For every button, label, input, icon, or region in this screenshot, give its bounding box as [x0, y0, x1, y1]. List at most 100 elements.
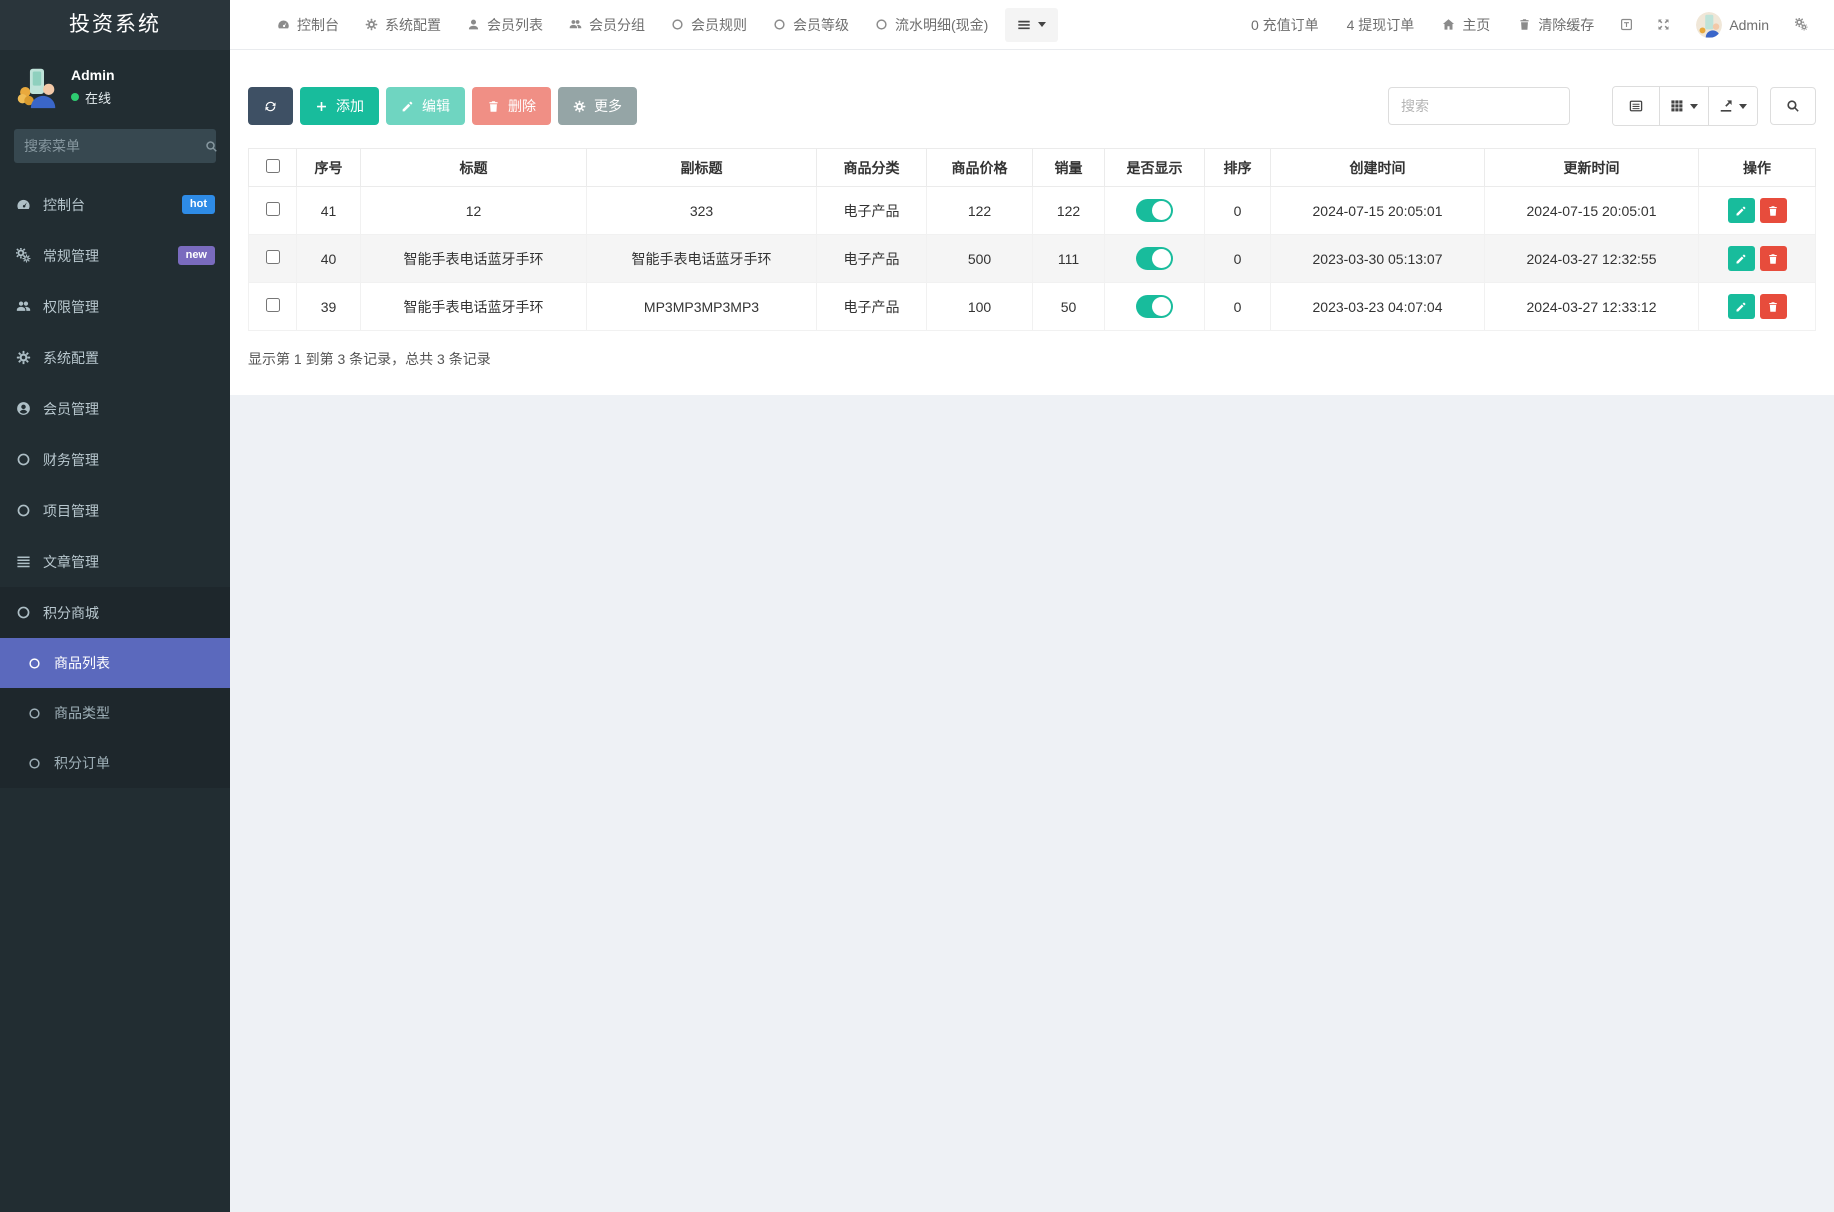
- more-button[interactable]: 更多: [558, 87, 637, 125]
- delete-button[interactable]: 删除: [472, 87, 551, 125]
- circle-icon: [15, 605, 32, 620]
- user-menu[interactable]: Admin: [1682, 0, 1783, 50]
- user-circle-icon: [15, 401, 32, 416]
- fullscreen-button[interactable]: [1645, 0, 1682, 50]
- user-name: Admin: [71, 66, 115, 83]
- column-header: 商品价格: [926, 148, 1033, 187]
- language-button[interactable]: [1608, 0, 1645, 50]
- caret-down-icon: [1690, 103, 1698, 109]
- row-checkbox[interactable]: [265, 250, 280, 264]
- table-panel: 添加 编辑 删除 更多 序号标题副标题商品分类商品价格销量是否显: [230, 50, 1834, 395]
- grid-icon: [1670, 99, 1684, 113]
- sidebar-subitem[interactable]: 商品列表: [0, 638, 230, 688]
- search-button[interactable]: [1770, 87, 1816, 125]
- column-header: 副标题: [586, 148, 817, 187]
- sidebar-subitem[interactable]: 商品类型: [0, 688, 230, 738]
- visibility-toggle[interactable]: [1136, 295, 1173, 318]
- topnav-item[interactable]: 会员列表: [454, 0, 556, 50]
- language-icon: [1620, 18, 1633, 31]
- select-all-checkbox[interactable]: [265, 159, 280, 173]
- gear-icon: [365, 18, 378, 31]
- visibility-toggle[interactable]: [1136, 247, 1173, 270]
- caret-down-icon: [1739, 103, 1747, 109]
- main-area: 控制台 系统配置 会员列表 会员分组 会员规则 会员等级 流水明细(现金) 0 充值订单 4…: [230, 0, 1834, 1212]
- delete-row-button[interactable]: [1759, 294, 1787, 319]
- withdraw-orders-link[interactable]: 4 提现订单: [1333, 0, 1429, 50]
- user-icon: [467, 18, 480, 31]
- gears-icon: [1795, 18, 1808, 31]
- home-icon: [1442, 18, 1455, 31]
- column-header: 标题: [360, 148, 587, 187]
- search-icon[interactable]: [205, 140, 218, 153]
- users-icon: [569, 18, 582, 31]
- gear-icon: [573, 100, 586, 113]
- table-search-input[interactable]: [1388, 87, 1570, 125]
- settings-button[interactable]: [1783, 0, 1820, 50]
- user-panel: Admin 在线: [0, 50, 230, 119]
- export-button[interactable]: [1708, 87, 1757, 125]
- sidebar-item[interactable]: 控制台 hot: [0, 179, 230, 230]
- hot-badge: hot: [181, 194, 215, 215]
- pencil-icon: [401, 100, 414, 113]
- sidebar-item[interactable]: 会员管理: [0, 383, 230, 434]
- topnav-item[interactable]: 系统配置: [352, 0, 454, 50]
- delete-row-button[interactable]: [1759, 246, 1787, 271]
- cogs-icon: [15, 248, 32, 263]
- list-alt-icon: [1629, 99, 1643, 113]
- sidebar: 投资系统 Admin 在线 搜索菜单 控制台 hot 常规管理 new 权限管理…: [0, 0, 230, 1212]
- recharge-orders-link[interactable]: 0 充值订单: [1237, 0, 1333, 50]
- sidebar-item[interactable]: 系统配置: [0, 332, 230, 383]
- refresh-icon: [264, 100, 277, 113]
- sidebar-item[interactable]: 项目管理: [0, 485, 230, 536]
- column-header: 是否显示: [1104, 148, 1205, 187]
- table-row: 39 智能手表电话蓝牙手环 MP3MP3MP3MP3 电子产品 100 50 0 2023-0…: [248, 282, 1816, 331]
- row-checkbox[interactable]: [265, 298, 280, 312]
- sidebar-subitem[interactable]: 积分订单: [0, 738, 230, 788]
- topnav-item[interactable]: 会员等级: [760, 0, 862, 50]
- sidebar-item[interactable]: 常规管理 new: [0, 230, 230, 281]
- top-navbar: 控制台 系统配置 会员列表 会员分组 会员规则 会员等级 流水明细(现金) 0 充值订单 4…: [230, 0, 1834, 50]
- add-button[interactable]: 添加: [300, 87, 379, 125]
- sidebar-toggle-button[interactable]: [244, 17, 264, 33]
- online-dot: [71, 93, 79, 101]
- sidebar-search: [14, 129, 218, 163]
- visibility-toggle[interactable]: [1136, 199, 1173, 222]
- new-badge: new: [177, 245, 215, 266]
- edit-button[interactable]: 编辑: [386, 87, 465, 125]
- sidebar-item[interactable]: 积分商城: [0, 587, 230, 638]
- circle-icon: [15, 452, 32, 467]
- circle-icon: [26, 757, 43, 770]
- edit-row-button[interactable]: [1727, 246, 1755, 271]
- table-row: 41 12 323 电子产品 122 122 0 2024-07-15 20:05:01 202…: [248, 186, 1816, 235]
- toolbar: 添加 编辑 删除 更多: [248, 86, 1816, 126]
- delete-row-button[interactable]: [1759, 198, 1787, 223]
- refresh-button[interactable]: [248, 87, 293, 125]
- list-icon: [15, 554, 32, 569]
- circle-icon: [875, 18, 888, 31]
- sidebar-item[interactable]: 财务管理: [0, 434, 230, 485]
- column-header: 销量: [1032, 148, 1105, 187]
- row-checkbox[interactable]: [265, 202, 280, 216]
- view-button-group: [1612, 86, 1758, 126]
- topnav-item[interactable]: 控制台: [264, 0, 352, 50]
- column-header: 操作: [1698, 148, 1816, 187]
- sidebar-item[interactable]: 文章管理: [0, 536, 230, 587]
- columns-button[interactable]: [1659, 87, 1708, 125]
- home-link[interactable]: 主页: [1428, 0, 1504, 50]
- column-header: 序号: [296, 148, 361, 187]
- nav-more-dropdown[interactable]: [1005, 7, 1059, 42]
- topnav-item[interactable]: 会员分组: [556, 0, 658, 50]
- edit-row-button[interactable]: [1727, 294, 1755, 319]
- edit-row-button[interactable]: [1727, 198, 1755, 223]
- sidebar-search-input[interactable]: [24, 138, 205, 154]
- header-row: 序号 标题 副标题 商品分类 商品价格 销量 是否显示 排序 创建时间 更新时间 操作: [248, 148, 1816, 187]
- detail-view-button[interactable]: [1613, 87, 1659, 125]
- navbar-right: 0 充值订单 4 提现订单 主页 清除缓存 Admin: [1237, 0, 1820, 50]
- circle-icon: [15, 503, 32, 518]
- clear-cache-link[interactable]: 清除缓存: [1504, 0, 1608, 50]
- dashboard-icon: [277, 18, 290, 31]
- sidebar-item[interactable]: 权限管理: [0, 281, 230, 332]
- topnav-item[interactable]: 流水明细(现金): [862, 0, 1001, 50]
- sidebar-treeview: 积分商城 商品列表 商品类型 积分订单: [0, 587, 230, 788]
- topnav-item[interactable]: 会员规则: [658, 0, 760, 50]
